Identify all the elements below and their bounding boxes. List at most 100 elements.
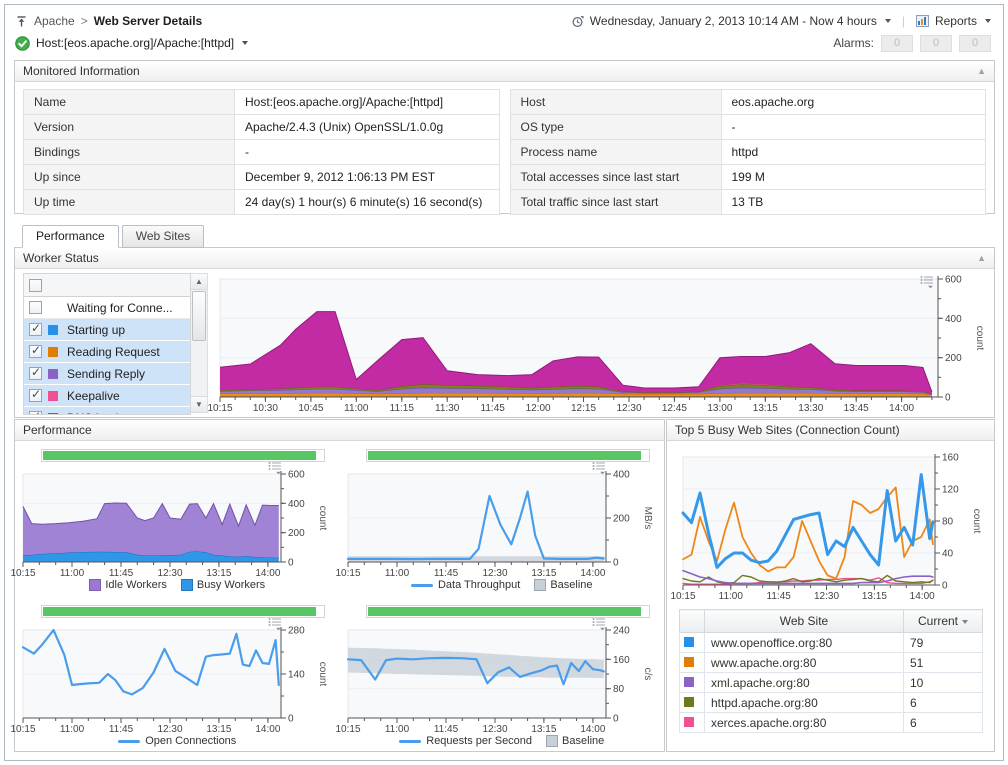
- host-selector-label[interactable]: Host:[eos.apache.org]/Apache:[httpd]: [36, 36, 234, 50]
- table-row[interactable]: www.apache.org:8051: [680, 653, 983, 673]
- top5-color-column-header: [680, 610, 705, 633]
- time-range-caret-icon[interactable]: [885, 19, 891, 23]
- series-checkbox[interactable]: [29, 367, 42, 380]
- svg-text:240: 240: [613, 626, 630, 637]
- svg-text:13:00: 13:00: [707, 403, 732, 414]
- time-range-icon: [571, 15, 584, 28]
- monitored-information-title: Monitored Information: [23, 61, 140, 81]
- legend-line-swatch: [399, 740, 421, 743]
- svg-text:200: 200: [945, 353, 962, 364]
- breadcrumb-root[interactable]: Apache: [34, 14, 75, 28]
- table-row[interactable]: www.openoffice.org:8079: [680, 633, 983, 653]
- field-value: -: [721, 115, 986, 140]
- legend-row[interactable]: Starting up: [24, 319, 190, 341]
- site-current-value: 79: [904, 633, 983, 653]
- top5-current-column-header[interactable]: Current: [904, 610, 983, 633]
- series-checkbox[interactable]: [29, 345, 42, 358]
- svg-text:0: 0: [613, 714, 619, 725]
- legend-square-swatch: [546, 735, 558, 747]
- tab-performance[interactable]: Performance: [22, 225, 119, 248]
- svg-text:600: 600: [288, 470, 305, 481]
- scroll-thumb[interactable]: [192, 291, 206, 341]
- chart-options-icon[interactable]: [592, 617, 606, 634]
- monitored-table-left: NameHost:[eos.apache.org]/Apache:[httpd]…: [23, 89, 500, 215]
- legend-row[interactable]: Keepalive: [24, 385, 190, 407]
- legend-row[interactable]: Sending Reply: [24, 363, 190, 385]
- legend-row[interactable]: Waiting for Conne...: [24, 297, 190, 319]
- scroll-down-icon[interactable]: ▼: [191, 396, 207, 412]
- svg-text:14:00: 14:00: [889, 403, 914, 414]
- health-bar: [366, 605, 650, 618]
- chart-options-icon[interactable]: [920, 275, 934, 292]
- svg-text:11:00: 11:00: [60, 724, 85, 735]
- svg-text:12:30: 12:30: [616, 403, 641, 414]
- sort-desc-icon: [962, 620, 968, 624]
- top5-site-column-header[interactable]: Web Site: [705, 610, 904, 633]
- time-range-label[interactable]: Wednesday, January 2, 2013 10:14 AM - No…: [590, 14, 877, 28]
- svg-text:11:45: 11:45: [433, 724, 458, 735]
- throughput-cell: 020040010:1511:0011:4512:3013:1514:00MB/…: [340, 441, 665, 597]
- scroll-up-icon[interactable]: ▲: [191, 274, 207, 290]
- select-all-checkbox[interactable]: [29, 279, 42, 292]
- chart-options-icon[interactable]: [592, 461, 606, 478]
- legend-item: Baseline: [534, 579, 592, 591]
- svg-text:280: 280: [288, 626, 305, 637]
- series-checkbox[interactable]: [29, 323, 42, 336]
- legend-label: Baseline: [550, 579, 592, 591]
- svg-text:10:45: 10:45: [298, 403, 323, 414]
- table-row[interactable]: xerces.apache.org:806: [680, 713, 983, 733]
- legend-item: Busy Workers: [181, 579, 265, 591]
- svg-text:14:00: 14:00: [580, 724, 605, 735]
- performance-header: Performance: [15, 420, 664, 441]
- svg-text:160: 160: [613, 655, 630, 666]
- top5-table: Web Site Current www.openoffice.org:8079…: [679, 609, 983, 733]
- top5-title: Top 5 Busy Web Sites (Connection Count): [675, 420, 900, 440]
- breadcrumb: Apache > Web Server Details: [15, 14, 202, 28]
- chart-options-icon[interactable]: [268, 617, 282, 634]
- series-checkbox[interactable]: [29, 301, 42, 314]
- collapse-icon[interactable]: ▲: [977, 248, 986, 268]
- top5-chart: 0408012016010:1511:0011:4512:3013:1514:0…: [681, 451, 981, 601]
- field-value: 24 day(s) 1 hour(s) 6 minute(s) 16 secon…: [235, 190, 500, 215]
- up-level-icon[interactable]: [15, 15, 28, 28]
- reports-label[interactable]: Reports: [935, 14, 977, 28]
- series-label: Keepalive: [67, 389, 120, 403]
- table-row[interactable]: xml.apache.org:8010: [680, 673, 983, 693]
- monitored-information-body: NameHost:[eos.apache.org]/Apache:[httpd]…: [15, 82, 994, 222]
- series-color-swatch: [48, 369, 58, 379]
- reports-caret-icon[interactable]: [985, 19, 991, 23]
- svg-text:12:30: 12:30: [157, 724, 182, 735]
- series-label: Reading Request: [67, 345, 160, 359]
- series-checkbox[interactable]: [29, 411, 42, 415]
- tab-web-sites[interactable]: Web Sites: [122, 225, 204, 248]
- legend-label: Idle Workers: [105, 579, 167, 591]
- field-label: Process name: [510, 140, 721, 165]
- series-label: Waiting for Conne...: [67, 301, 173, 315]
- scroll-track[interactable]: [191, 290, 207, 396]
- health-bar: [366, 449, 650, 462]
- requests-legend: Requests per SecondBaseline: [340, 735, 665, 747]
- open-connections-legend: Open Connections: [15, 735, 340, 747]
- performance-panel: Performance 020040060010:1511:0011:4512:…: [14, 419, 665, 752]
- monitored-information-header: Monitored Information ▲: [15, 61, 994, 82]
- svg-text:11:30: 11:30: [435, 403, 460, 414]
- svg-text:count: count: [974, 326, 985, 351]
- table-row: VersionApache/2.4.3 (Unix) OpenSSL/1.0.0…: [24, 115, 500, 140]
- host-selector-caret-icon[interactable]: [242, 41, 248, 45]
- host-selector[interactable]: Host:[eos.apache.org]/Apache:[httpd]: [15, 36, 248, 51]
- legend-row[interactable]: Reading Request: [24, 341, 190, 363]
- table-row[interactable]: httpd.apache.org:806: [680, 693, 983, 713]
- performance-grid: 020040060010:1511:0011:4512:3013:1514:00…: [15, 441, 664, 753]
- worker-legend-scrollbar[interactable]: ▲ ▼: [191, 273, 208, 413]
- legend-row[interactable]: DNS Lookup: [24, 407, 190, 415]
- svg-text:0: 0: [942, 581, 948, 592]
- site-name: xml.apache.org:80: [705, 673, 904, 693]
- collapse-icon[interactable]: ▲: [977, 61, 986, 81]
- table-row: Total accesses since last start199 M: [510, 165, 986, 190]
- top5-web-sites-panel: Top 5 Busy Web Sites (Connection Count) …: [666, 419, 995, 752]
- chart-options-icon[interactable]: [268, 461, 282, 478]
- legend-line-swatch: [118, 740, 140, 743]
- top5-header: Top 5 Busy Web Sites (Connection Count): [667, 420, 994, 441]
- field-value: December 9, 2012 1:06:13 PM EST: [235, 165, 500, 190]
- series-checkbox[interactable]: [29, 389, 42, 402]
